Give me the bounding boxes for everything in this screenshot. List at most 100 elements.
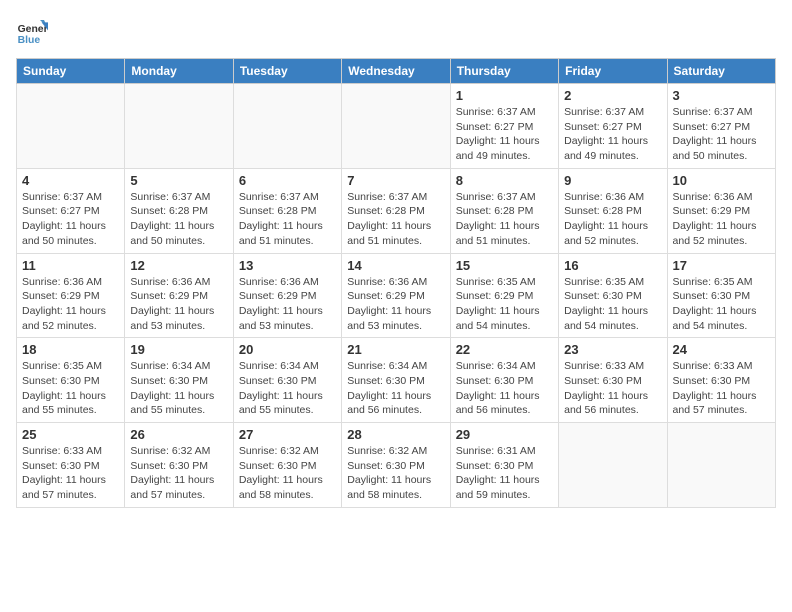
day-number: 25	[22, 427, 119, 442]
day-number: 8	[456, 173, 553, 188]
day-number: 27	[239, 427, 336, 442]
day-number: 23	[564, 342, 661, 357]
day-info: Sunrise: 6:37 AMSunset: 6:28 PMDaylight:…	[347, 190, 444, 249]
day-info: Sunrise: 6:33 AMSunset: 6:30 PMDaylight:…	[22, 444, 119, 503]
day-number: 19	[130, 342, 227, 357]
week-row-1: 1 Sunrise: 6:37 AMSunset: 6:27 PMDaylight…	[17, 84, 776, 169]
day-number: 9	[564, 173, 661, 188]
day-info: Sunrise: 6:34 AMSunset: 6:30 PMDaylight:…	[130, 359, 227, 418]
calendar-cell: 19 Sunrise: 6:34 AMSunset: 6:30 PMDayligh…	[125, 338, 233, 423]
day-info: Sunrise: 6:37 AMSunset: 6:27 PMDaylight:…	[456, 105, 553, 164]
day-number: 7	[347, 173, 444, 188]
header-wednesday: Wednesday	[342, 59, 450, 84]
calendar-cell	[17, 84, 125, 169]
day-number: 26	[130, 427, 227, 442]
calendar-cell: 28Sunrise: 6:32 AMSunset: 6:30 PMDayligh…	[342, 423, 450, 508]
calendar-cell	[233, 84, 341, 169]
day-info: Sunrise: 6:35 AMSunset: 6:30 PMDaylight:…	[673, 275, 770, 334]
calendar-cell: 23 Sunrise: 6:33 AMSunset: 6:30 PMDayligh…	[559, 338, 667, 423]
day-number: 29	[456, 427, 553, 442]
calendar-cell: 29 Sunrise: 6:31 AMSunset: 6:30 PMDayligh…	[450, 423, 558, 508]
day-number: 17	[673, 258, 770, 273]
week-row-2: 4 Sunrise: 6:37 AMSunset: 6:27 PMDaylight…	[17, 168, 776, 253]
day-number: 2	[564, 88, 661, 103]
calendar-cell: 14 Sunrise: 6:36 AMSunset: 6:29 PMDayligh…	[342, 253, 450, 338]
day-number: 5	[130, 173, 227, 188]
day-number: 28	[347, 427, 444, 442]
day-info: Sunrise: 6:37 AMSunset: 6:27 PMDaylight:…	[673, 105, 770, 164]
day-number: 15	[456, 258, 553, 273]
header-thursday: Thursday	[450, 59, 558, 84]
calendar-table: SundayMondayTuesdayWednesdayThursdayFrid…	[16, 58, 776, 508]
header-monday: Monday	[125, 59, 233, 84]
calendar-cell: 18 Sunrise: 6:35 AMSunset: 6:30 PMDayligh…	[17, 338, 125, 423]
calendar-cell: 10 Sunrise: 6:36 AMSunset: 6:29 PMDayligh…	[667, 168, 775, 253]
calendar-cell: 22 Sunrise: 6:34 AMSunset: 6:30 PMDayligh…	[450, 338, 558, 423]
calendar-cell: 20 Sunrise: 6:34 AMSunset: 6:30 PMDayligh…	[233, 338, 341, 423]
day-info: Sunrise: 6:36 AMSunset: 6:29 PMDaylight:…	[347, 275, 444, 334]
header-friday: Friday	[559, 59, 667, 84]
calendar-cell: 25 Sunrise: 6:33 AMSunset: 6:30 PMDayligh…	[17, 423, 125, 508]
calendar-cell: 21 Sunrise: 6:34 AMSunset: 6:30 PMDayligh…	[342, 338, 450, 423]
calendar-cell	[559, 423, 667, 508]
day-info: Sunrise: 6:37 AMSunset: 6:27 PMDaylight:…	[22, 190, 119, 249]
day-number: 21	[347, 342, 444, 357]
day-info: Sunrise: 6:36 AMSunset: 6:29 PMDaylight:…	[673, 190, 770, 249]
day-info: Sunrise: 6:34 AMSunset: 6:30 PMDaylight:…	[239, 359, 336, 418]
day-info: Sunrise: 6:36 AMSunset: 6:29 PMDaylight:…	[130, 275, 227, 334]
calendar-cell: 5 Sunrise: 6:37 AMSunset: 6:28 PMDaylight…	[125, 168, 233, 253]
calendar-cell: 17 Sunrise: 6:35 AMSunset: 6:30 PMDayligh…	[667, 253, 775, 338]
day-number: 13	[239, 258, 336, 273]
day-number: 4	[22, 173, 119, 188]
svg-text:General: General	[18, 24, 48, 35]
day-number: 20	[239, 342, 336, 357]
calendar-cell: 11 Sunrise: 6:36 AMSunset: 6:29 PMDayligh…	[17, 253, 125, 338]
day-info: Sunrise: 6:34 AMSunset: 6:30 PMDaylight:…	[347, 359, 444, 418]
svg-text:Blue: Blue	[18, 35, 41, 46]
calendar-cell: 7 Sunrise: 6:37 AMSunset: 6:28 PMDaylight…	[342, 168, 450, 253]
day-info: Sunrise: 6:33 AMSunset: 6:30 PMDaylight:…	[673, 359, 770, 418]
logo: General Blue	[16, 16, 52, 48]
calendar-cell: 16 Sunrise: 6:35 AMSunset: 6:30 PMDayligh…	[559, 253, 667, 338]
day-number: 3	[673, 88, 770, 103]
calendar-cell	[125, 84, 233, 169]
day-info: Sunrise: 6:37 AMSunset: 6:28 PMDaylight:…	[130, 190, 227, 249]
calendar-cell: 1 Sunrise: 6:37 AMSunset: 6:27 PMDaylight…	[450, 84, 558, 169]
day-info: Sunrise: 6:37 AMSunset: 6:28 PMDaylight:…	[239, 190, 336, 249]
header-tuesday: Tuesday	[233, 59, 341, 84]
day-number: 22	[456, 342, 553, 357]
day-info: Sunrise: 6:34 AMSunset: 6:30 PMDaylight:…	[456, 359, 553, 418]
calendar-cell: 24 Sunrise: 6:33 AMSunset: 6:30 PMDayligh…	[667, 338, 775, 423]
day-info: Sunrise: 6:31 AMSunset: 6:30 PMDaylight:…	[456, 444, 553, 503]
day-info: Sunrise: 6:35 AMSunset: 6:30 PMDaylight:…	[564, 275, 661, 334]
calendar-cell: 9Sunrise: 6:36 AMSunset: 6:28 PMDaylight…	[559, 168, 667, 253]
calendar-header-row: SundayMondayTuesdayWednesdayThursdayFrid…	[17, 59, 776, 84]
day-number: 10	[673, 173, 770, 188]
calendar-cell: 12 Sunrise: 6:36 AMSunset: 6:29 PMDayligh…	[125, 253, 233, 338]
day-number: 24	[673, 342, 770, 357]
calendar-cell: 26 Sunrise: 6:32 AMSunset: 6:30 PMDayligh…	[125, 423, 233, 508]
day-number: 11	[22, 258, 119, 273]
day-number: 16	[564, 258, 661, 273]
day-number: 12	[130, 258, 227, 273]
calendar-cell: 3 Sunrise: 6:37 AMSunset: 6:27 PMDaylight…	[667, 84, 775, 169]
day-info: Sunrise: 6:36 AMSunset: 6:29 PMDaylight:…	[22, 275, 119, 334]
day-number: 6	[239, 173, 336, 188]
day-info: Sunrise: 6:35 AMSunset: 6:30 PMDaylight:…	[22, 359, 119, 418]
calendar-cell: 4 Sunrise: 6:37 AMSunset: 6:27 PMDaylight…	[17, 168, 125, 253]
week-row-3: 11 Sunrise: 6:36 AMSunset: 6:29 PMDayligh…	[17, 253, 776, 338]
week-row-5: 25 Sunrise: 6:33 AMSunset: 6:30 PMDayligh…	[17, 423, 776, 508]
calendar-cell: 27Sunrise: 6:32 AMSunset: 6:30 PMDayligh…	[233, 423, 341, 508]
calendar-cell: 2Sunrise: 6:37 AMSunset: 6:27 PMDaylight…	[559, 84, 667, 169]
day-info: Sunrise: 6:36 AMSunset: 6:29 PMDaylight:…	[239, 275, 336, 334]
logo-icon: General Blue	[16, 16, 48, 48]
day-number: 1	[456, 88, 553, 103]
day-info: Sunrise: 6:35 AMSunset: 6:29 PMDaylight:…	[456, 275, 553, 334]
header-sunday: Sunday	[17, 59, 125, 84]
day-info: Sunrise: 6:32 AMSunset: 6:30 PMDaylight:…	[130, 444, 227, 503]
calendar-cell: 6 Sunrise: 6:37 AMSunset: 6:28 PMDaylight…	[233, 168, 341, 253]
day-number: 18	[22, 342, 119, 357]
day-number: 14	[347, 258, 444, 273]
day-info: Sunrise: 6:33 AMSunset: 6:30 PMDaylight:…	[564, 359, 661, 418]
week-row-4: 18 Sunrise: 6:35 AMSunset: 6:30 PMDayligh…	[17, 338, 776, 423]
